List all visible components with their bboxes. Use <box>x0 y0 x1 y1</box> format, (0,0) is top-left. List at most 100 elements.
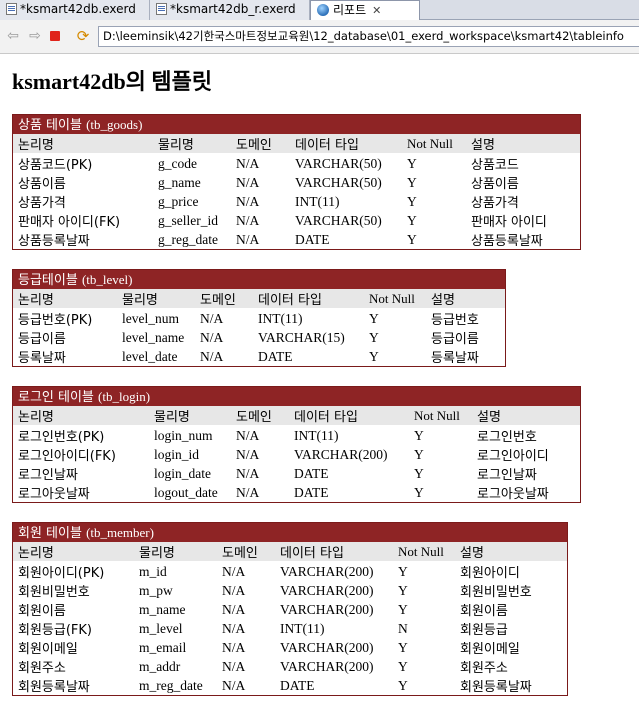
data-type-cell: DATE <box>294 465 329 481</box>
not-null-cell: Y <box>414 427 424 443</box>
physical-name-cell: level_num <box>122 310 179 326</box>
physical-name-cell: m_level <box>139 620 183 636</box>
table-caption: 회원 테이블 (tb_member) <box>13 523 567 542</box>
data-type-cell: VARCHAR(50) <box>295 212 382 228</box>
physical-name-cell: login_date <box>154 465 211 481</box>
not-null-cell: Y <box>414 484 424 500</box>
header-logical-name: 논리명 <box>13 289 117 309</box>
logical-name-cell: 상품코드(PK) <box>18 158 93 173</box>
table-row: 로그인번호(PK) login_num N/A INT(11) Y 로그인번호 <box>13 426 580 446</box>
table-row: 회원이름 m_name N/A VARCHAR(200) Y 회원이름 <box>13 600 567 620</box>
domain-cell: N/A <box>222 677 246 693</box>
header-physical-name: 물리명 <box>117 289 195 309</box>
not-null-cell: Y <box>407 212 417 228</box>
address-bar[interactable]: D:\leeminsik\42기한국스마트정보교육원\12_database\0… <box>98 26 639 47</box>
column-table: 논리명 물리명 도메인 데이터 타입 Not Null 설명 등급번호(PK) l… <box>13 289 505 366</box>
caption-english: (tb_login) <box>98 389 151 404</box>
caption-korean: 상품 테이블 <box>18 118 82 133</box>
file-icon <box>156 3 167 15</box>
caption-english: (tb_level) <box>81 272 133 287</box>
data-type-cell: VARCHAR(200) <box>280 582 374 598</box>
stop-icon[interactable] <box>50 31 60 41</box>
caption-korean: 로그인 테이블 <box>18 390 94 405</box>
refresh-icon[interactable]: ⟳ <box>74 27 92 45</box>
caption-korean: 회원 테이블 <box>18 526 82 541</box>
forward-arrow-icon[interactable]: ⇨ <box>26 27 44 45</box>
logical-name-cell: 회원등급(FK) <box>18 623 92 638</box>
header-data-type: 데이터 타입 <box>253 289 364 309</box>
physical-name-cell: g_code <box>158 155 197 171</box>
description-cell: 회원주소 <box>460 661 508 676</box>
data-type-cell: VARCHAR(200) <box>280 563 374 579</box>
table-row: 판매자 아이디(FK) g_seller_id N/A VARCHAR(50) Y 판매자… <box>13 211 580 231</box>
logical-name-cell: 로그인날짜 <box>18 468 78 483</box>
close-icon[interactable]: ✕ <box>372 1 381 20</box>
table-caption: 상품 테이블 (tb_goods) <box>13 115 580 134</box>
physical-name-cell: logout_date <box>154 484 218 500</box>
header-logical-name: 논리명 <box>13 542 134 562</box>
physical-name-cell: g_price <box>158 193 199 209</box>
tab-ksmart42db-exerd[interactable]: *ksmart42db.exerd <box>0 0 150 20</box>
header-not-null: Not Null <box>409 406 472 426</box>
table-row: 로그인아이디(FK) login_id N/A VARCHAR(200) Y 로그인아이디 <box>13 445 580 465</box>
table-row: 등급이름 level_name N/A VARCHAR(15) Y 등급이름 <box>13 328 505 348</box>
logical-name-cell: 상품이름 <box>18 177 66 192</box>
header-row: 논리명 물리명 도메인 데이터 타입 Not Null 설명 <box>13 406 580 426</box>
table-row: 회원비밀번호 m_pw N/A VARCHAR(200) Y 회원비밀번호 <box>13 581 567 601</box>
table-tb-level: 등급테이블 (tb_level) 논리명 물리명 도메인 데이터 타입 Not … <box>12 269 506 367</box>
description-cell: 판매자 아이디 <box>471 215 547 230</box>
table-row: 로그인날짜 login_date N/A DATE Y 로그인날짜 <box>13 464 580 484</box>
table-row: 등록날짜 level_date N/A DATE Y 등록날짜 <box>13 347 505 367</box>
physical-name-cell: level_name <box>122 329 185 345</box>
description-cell: 등급번호 <box>431 313 479 328</box>
description-cell: 회원아이디 <box>460 566 520 581</box>
domain-cell: N/A <box>222 620 246 636</box>
tab-ksmart42db-r-exerd[interactable]: *ksmart42db_r.exerd <box>150 0 310 20</box>
not-null-cell: Y <box>369 329 379 345</box>
description-cell: 로그인번호 <box>477 430 537 445</box>
data-type-cell: DATE <box>295 231 330 247</box>
tab-label: *ksmart42db.exerd <box>20 2 136 16</box>
data-type-cell: INT(11) <box>294 427 339 443</box>
header-description: 설명 <box>426 289 505 309</box>
header-physical-name: 물리명 <box>149 406 231 426</box>
domain-cell: N/A <box>222 658 246 674</box>
file-icon <box>6 3 17 15</box>
header-not-null: Not Null <box>364 289 426 309</box>
description-cell: 등급이름 <box>431 332 479 347</box>
tab-label: *ksmart42db_r.exerd <box>170 2 296 16</box>
physical-name-cell: g_reg_date <box>158 231 218 247</box>
table-row: 회원주소 m_addr N/A VARCHAR(200) Y 회원주소 <box>13 657 567 677</box>
tab-report[interactable]: 리포트 ✕ <box>310 0 420 21</box>
description-cell: 로그아웃날짜 <box>477 487 549 502</box>
description-cell: 상품가격 <box>471 196 519 211</box>
logical-name-cell: 회원등록날짜 <box>18 680 90 695</box>
table-row: 회원아이디(PK) m_id N/A VARCHAR(200) Y 회원아이디 <box>13 562 567 582</box>
not-null-cell: Y <box>407 193 417 209</box>
header-not-null: Not Null <box>402 134 466 154</box>
header-description: 설명 <box>472 406 580 426</box>
domain-cell: N/A <box>222 639 246 655</box>
header-data-type: 데이터 타입 <box>290 134 402 154</box>
data-type-cell: VARCHAR(15) <box>258 329 345 345</box>
table-tb-member: 회원 테이블 (tb_member) 논리명 물리명 도메인 데이터 타입 No… <box>12 522 568 696</box>
column-table: 논리명 물리명 도메인 데이터 타입 Not Null 설명 회원아이디(PK)… <box>13 542 567 695</box>
description-cell: 로그인날짜 <box>477 468 537 483</box>
not-null-cell: Y <box>398 563 408 579</box>
domain-cell: N/A <box>236 212 260 228</box>
logical-name-cell: 로그인아이디(FK) <box>18 449 116 464</box>
not-null-cell: Y <box>407 174 417 190</box>
not-null-cell: Y <box>414 465 424 481</box>
physical-name-cell: m_email <box>139 639 187 655</box>
table-tb-goods: 상품 테이블 (tb_goods) 논리명 물리명 도메인 데이터 타입 Not… <box>12 114 581 250</box>
globe-icon <box>317 4 329 16</box>
table-row: 회원등록날짜 m_reg_date N/A DATE Y 회원등록날짜 <box>13 676 567 696</box>
logical-name-cell: 회원아이디(PK) <box>18 566 105 581</box>
table-row: 로그아웃날짜 logout_date N/A DATE Y 로그아웃날짜 <box>13 483 580 503</box>
logical-name-cell: 로그인번호(PK) <box>18 430 105 445</box>
header-domain: 도메인 <box>231 406 289 426</box>
table-tb-login: 로그인 테이블 (tb_login) 논리명 물리명 도메인 데이터 타입 No… <box>12 386 581 503</box>
back-arrow-icon[interactable]: ⇦ <box>4 27 22 45</box>
data-type-cell: INT(11) <box>295 193 340 209</box>
header-data-type: 데이터 타입 <box>289 406 409 426</box>
